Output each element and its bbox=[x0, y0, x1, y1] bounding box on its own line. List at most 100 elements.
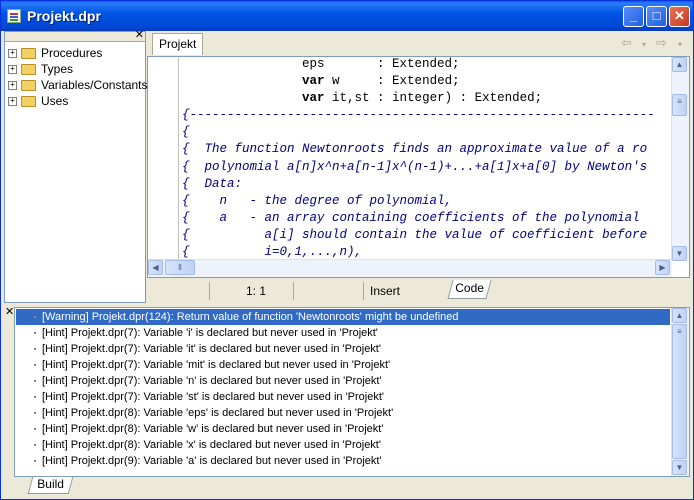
expand-icon[interactable]: + bbox=[8, 97, 17, 107]
explorer-close-icon[interactable]: ✕ bbox=[135, 29, 144, 41]
code-lines[interactable]: eps : Extended; var w : Extended; var it… bbox=[182, 57, 672, 260]
scroll-left-icon[interactable]: ◀ bbox=[148, 260, 163, 275]
message-text: [Warning] Projekt.dpr(124): Return value… bbox=[42, 311, 459, 323]
message-hint[interactable]: [Hint] Projekt.dpr(7): Variable 'it' is … bbox=[16, 341, 670, 357]
message-text: [Hint] Projekt.dpr(9): Variable 'a' is d… bbox=[42, 455, 382, 467]
editor-gutter bbox=[148, 57, 179, 261]
close-button[interactable]: ✕ bbox=[669, 6, 690, 27]
message-text: [Hint] Projekt.dpr(7): Variable 'n' is d… bbox=[42, 375, 382, 387]
message-hint[interactable]: [Hint] Projekt.dpr(8): Variable 'eps' is… bbox=[16, 405, 670, 421]
code-line[interactable]: var it,st : integer) : Extended; bbox=[182, 90, 672, 107]
code-line[interactable]: { a - an array containing coefficients o… bbox=[182, 210, 672, 227]
scroll-right-icon[interactable]: ▶ bbox=[655, 260, 670, 275]
messages-scrollbar[interactable]: ▲ ≡ ▼ bbox=[671, 308, 689, 476]
message-warning[interactable]: [Warning] Projekt.dpr(124): Return value… bbox=[16, 309, 670, 325]
forward-dropdown-icon[interactable]: ▾ bbox=[678, 40, 682, 49]
tree-line-icon bbox=[34, 380, 36, 382]
code-line[interactable]: { i=0,1,...,n), bbox=[182, 244, 672, 260]
tab-code[interactable]: Code bbox=[447, 280, 492, 299]
scroll-thumb[interactable]: ≡ bbox=[672, 324, 687, 459]
code-explorer: ✕ + Procedures + Types + Variables/Constant… bbox=[4, 29, 148, 303]
message-hint[interactable]: [Hint] Projekt.dpr(7): Variable 'mit' is… bbox=[16, 357, 670, 373]
editor-pane: Projekt ⇦ ▾ ⇨ ▾ eps : Extended; var w : … bbox=[147, 31, 690, 303]
tree-item-label: Variables/Constants bbox=[41, 78, 148, 92]
code-line[interactable]: { a[i] should contain the value of coeff… bbox=[182, 227, 672, 244]
message-text: [Hint] Projekt.dpr(7): Variable 'it' is … bbox=[42, 343, 381, 355]
tree-line-icon bbox=[34, 396, 36, 398]
code-line[interactable]: { n - the degree of polynomial, bbox=[182, 193, 672, 210]
tree-line-icon bbox=[34, 364, 36, 366]
folder-icon bbox=[21, 80, 36, 92]
scroll-up-icon[interactable]: ▲ bbox=[672, 57, 687, 72]
tree-item-variables-constants[interactable]: + Variables/Constants bbox=[8, 77, 148, 93]
message-hint[interactable]: [Hint] Projekt.dpr(7): Variable 'st' is … bbox=[16, 389, 670, 405]
title-bar[interactable]: Projekt.dpr _ □ ✕ bbox=[1, 1, 693, 31]
tree-item-label: Uses bbox=[41, 94, 69, 108]
tree-line-icon bbox=[34, 444, 36, 446]
message-text: [Hint] Projekt.dpr(8): Variable 'w' is d… bbox=[42, 423, 384, 435]
folder-icon bbox=[21, 64, 36, 76]
tree-item-uses[interactable]: + Uses bbox=[8, 93, 68, 109]
scroll-up-icon[interactable]: ▲ bbox=[672, 308, 687, 323]
expand-icon[interactable]: + bbox=[8, 81, 17, 91]
scroll-down-icon[interactable]: ▼ bbox=[672, 460, 687, 475]
editor-tab-bar: Projekt ⇦ ▾ ⇨ ▾ bbox=[147, 31, 690, 57]
code-line[interactable]: var w : Extended; bbox=[182, 73, 672, 90]
tree-line-icon bbox=[34, 348, 36, 350]
code-line[interactable]: { The function Newtonroots finds an appr… bbox=[182, 141, 672, 158]
horizontal-scroll-thumb[interactable]: ⦀ bbox=[165, 260, 195, 275]
message-text: [Hint] Projekt.dpr(7): Variable 'i' is d… bbox=[42, 327, 378, 339]
scroll-thumb[interactable]: ≡ bbox=[672, 94, 687, 116]
window-title: Projekt.dpr bbox=[27, 8, 101, 24]
tree-item-types[interactable]: + Types bbox=[8, 61, 73, 77]
message-hint[interactable]: [Hint] Projekt.dpr(7): Variable 'i' is d… bbox=[16, 325, 670, 341]
scroll-down-icon[interactable]: ▼ bbox=[672, 246, 687, 261]
code-line[interactable]: { Data: bbox=[182, 176, 672, 193]
expand-icon[interactable]: + bbox=[8, 65, 17, 75]
message-hint[interactable]: [Hint] Projekt.dpr(7): Variable 'n' is d… bbox=[16, 373, 670, 389]
message-hint[interactable]: [Hint] Projekt.dpr(8): Variable 'x' is d… bbox=[16, 437, 670, 453]
tab-build[interactable]: Build bbox=[27, 477, 73, 494]
explorer-grip[interactable]: ✕ bbox=[5, 29, 145, 42]
back-dropdown-icon[interactable]: ▾ bbox=[642, 40, 646, 49]
tab-build-label: Build bbox=[37, 477, 64, 491]
messages-grip[interactable]: ✕ bbox=[4, 305, 14, 477]
keyword: var bbox=[302, 74, 325, 89]
tab-projekt[interactable]: Projekt bbox=[152, 33, 204, 55]
code-line[interactable]: { polynomial a[n]x^n+a[n-1]x^(n-1)+...+a… bbox=[182, 159, 672, 176]
horizontal-scrollbar[interactable]: ◀ ⦀ ▶ bbox=[148, 259, 672, 277]
minimize-button[interactable]: _ bbox=[623, 6, 644, 27]
message-text: [Hint] Projekt.dpr(7): Variable 'st' is … bbox=[42, 391, 385, 403]
message-list[interactable]: [Hint] Projekt.dpr(9): Variable 'a' is d… bbox=[14, 307, 690, 477]
message-text: [Hint] Projekt.dpr(8): Variable 'x' is d… bbox=[42, 439, 381, 451]
message-text: [Hint] Projekt.dpr(7): Variable 'mit' is… bbox=[42, 359, 391, 371]
message-hint[interactable]: [Hint] Projekt.dpr(9): Variable 'a' is d… bbox=[16, 453, 670, 469]
tree-line-icon bbox=[34, 412, 36, 414]
expand-icon[interactable]: + bbox=[8, 49, 17, 59]
messages-pane: ✕ [Hint] Projekt.dpr(9): Variable 'a' is… bbox=[4, 305, 690, 497]
tab-code-label: Code bbox=[455, 281, 484, 295]
forward-arrow-icon[interactable]: ⇨ bbox=[656, 35, 667, 51]
editor-status-bar: 1: 1 Insert Code bbox=[147, 280, 690, 302]
project-file-icon bbox=[7, 9, 21, 23]
folder-icon bbox=[21, 48, 36, 60]
code-line[interactable]: eps : Extended; bbox=[182, 57, 672, 73]
message-text: [Hint] Projekt.dpr(8): Variable 'eps' is… bbox=[42, 407, 394, 419]
tree-item-procedures[interactable]: + Procedures bbox=[8, 45, 102, 61]
ide-window: Projekt.dpr _ □ ✕ ✕ + Procedures + Types +… bbox=[0, 0, 694, 500]
tree-line-icon bbox=[34, 332, 36, 334]
vertical-scrollbar[interactable]: ▲ ≡ ▼ bbox=[671, 57, 689, 261]
messages-close-icon[interactable]: ✕ bbox=[5, 305, 14, 318]
message-hint[interactable]: [Hint] Projekt.dpr(8): Variable 'w' is d… bbox=[16, 421, 670, 437]
code-line[interactable]: {---------------------------------------… bbox=[182, 107, 672, 124]
maximize-button[interactable]: □ bbox=[646, 6, 667, 27]
tree-line-icon bbox=[34, 316, 36, 318]
folder-icon bbox=[21, 96, 36, 108]
insert-mode: Insert bbox=[363, 282, 447, 300]
keyword: var bbox=[302, 91, 325, 106]
client-area: ✕ + Procedures + Types + Variables/Constant… bbox=[4, 29, 690, 497]
status-modified bbox=[293, 282, 364, 300]
back-arrow-icon[interactable]: ⇦ bbox=[621, 35, 632, 51]
code-line[interactable]: { bbox=[182, 124, 672, 141]
code-editor[interactable]: eps : Extended; var w : Extended; var it… bbox=[147, 56, 690, 278]
